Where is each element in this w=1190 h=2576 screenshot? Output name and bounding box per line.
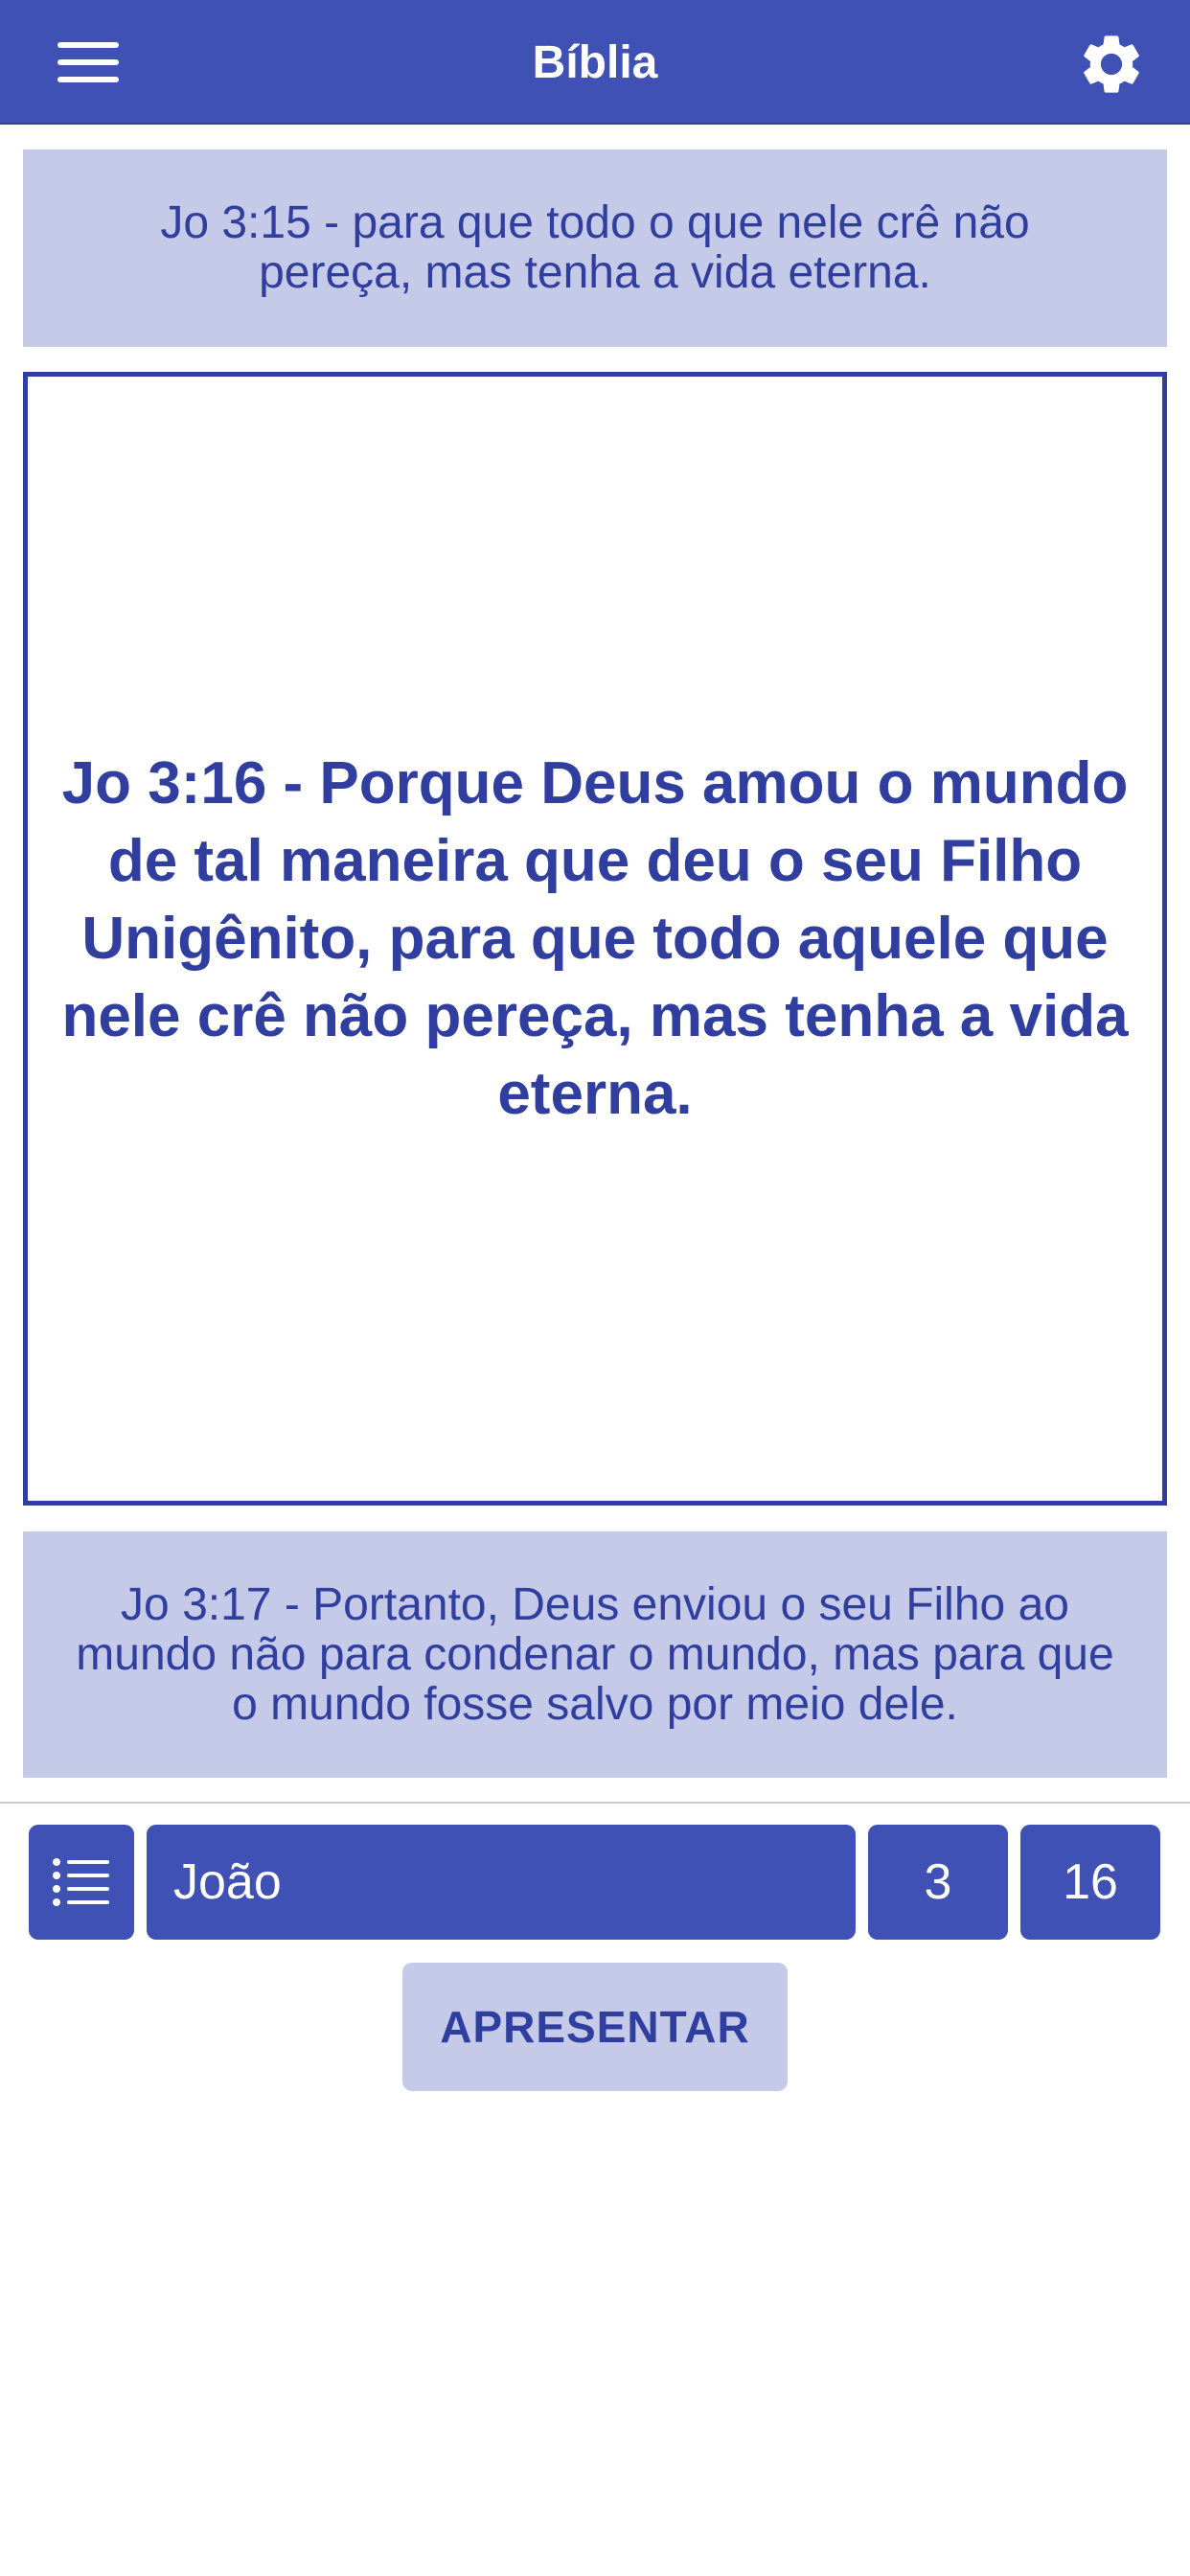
next-verse-text: Jo 3:17 - Portanto, Deus enviou o seu Fi… [76, 1578, 1114, 1730]
verse-select[interactable]: 16 [1020, 1825, 1160, 1940]
book-select-value: João [173, 1854, 282, 1910]
app-bar: Bíblia [0, 0, 1190, 125]
book-select[interactable]: João [147, 1825, 856, 1940]
divider [0, 1802, 1190, 1804]
previous-verse-text: Jo 3:15 - para que todo o que nele crê n… [160, 197, 1030, 298]
chapter-select[interactable]: 3 [868, 1825, 1008, 1940]
next-verse[interactable]: Jo 3:17 - Portanto, Deus enviou o seu Fi… [23, 1531, 1167, 1778]
gear-icon [1084, 35, 1139, 93]
present-button[interactable]: APRESENTAR [402, 1963, 788, 2091]
verse-list-button[interactable] [29, 1825, 134, 1940]
present-button-label: APRESENTAR [440, 2002, 750, 2052]
previous-verse[interactable]: Jo 3:15 - para que todo o que nele crê n… [23, 150, 1167, 347]
current-verse[interactable]: Jo 3:16 - Porque Deus amou o mundo de ta… [23, 372, 1167, 1506]
current-verse-text: Jo 3:16 - Porque Deus amou o mundo de ta… [61, 750, 1129, 1127]
settings-button[interactable] [1073, 26, 1150, 103]
list-icon [53, 1858, 109, 1906]
chapter-select-value: 3 [924, 1854, 952, 1910]
app-title: Bíblia [532, 36, 658, 88]
verse-select-value: 16 [1063, 1854, 1118, 1910]
